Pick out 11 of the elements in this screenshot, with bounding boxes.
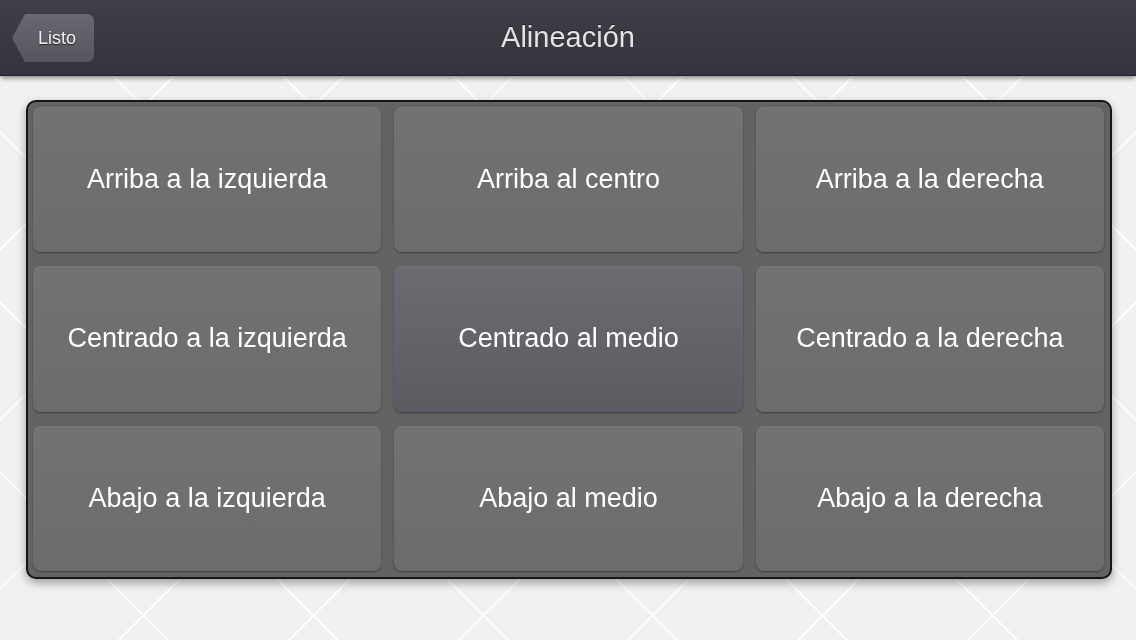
alignment-option[interactable]: Arriba a la izquierda xyxy=(33,107,382,253)
screen-title: Alineación xyxy=(501,21,635,54)
alignment-option[interactable]: Abajo al medio xyxy=(394,425,743,571)
alignment-option[interactable]: Arriba a la derecha xyxy=(755,107,1104,253)
alignment-option[interactable]: Centrado a la izquierda xyxy=(33,266,382,412)
alignment-option[interactable]: Abajo a la izquierda xyxy=(33,425,382,571)
alignment-option[interactable]: Centrado al medio xyxy=(394,266,743,412)
back-button[interactable]: Listo xyxy=(12,14,94,62)
alignment-option[interactable]: Abajo a la derecha xyxy=(755,425,1104,571)
alignment-option[interactable]: Arriba al centro xyxy=(394,107,743,253)
alignment-option[interactable]: Centrado a la derecha xyxy=(755,266,1104,412)
